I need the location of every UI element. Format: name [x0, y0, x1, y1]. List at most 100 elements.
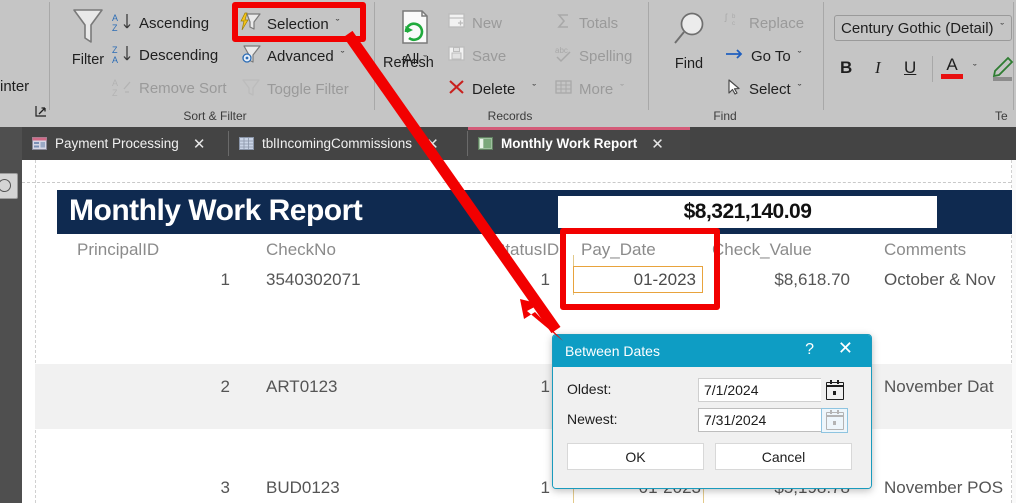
dialog-title: Between Dates [565, 343, 660, 359]
delete-record-button[interactable]: Delete ˇ [447, 78, 536, 100]
font-name-chevron-down-icon[interactable]: ˇ [1000, 22, 1004, 34]
spelling-abc-icon: abc [554, 45, 574, 67]
select-chevron-down-icon[interactable]: ˇ [798, 83, 802, 95]
save-record-icon [447, 45, 467, 67]
column-header-checkno: CheckNo [266, 240, 336, 259]
totals-button: Totals [554, 12, 618, 34]
font-color-button[interactable]: A [941, 56, 963, 79]
new-record-icon [447, 12, 467, 34]
font-color-swatch [941, 74, 963, 79]
new-record-label: New [472, 14, 503, 32]
goto-button[interactable]: Go To ˇ [724, 45, 801, 67]
advanced-filter-icon [240, 44, 262, 68]
tab-bar-left-edge [0, 127, 22, 160]
select-button[interactable]: Select ˇ [724, 78, 801, 100]
newest-label: Newest: [567, 411, 618, 427]
tab-payment-processing[interactable]: Payment Processing ✕ [22, 127, 228, 160]
navigation-pane-collapsed[interactable] [0, 160, 22, 503]
highlight-pen-icon[interactable] [990, 56, 1014, 87]
report-icon [478, 137, 493, 150]
ascending-button[interactable]: AZ Ascending [112, 12, 209, 34]
replace-label: Replace [749, 14, 805, 32]
ribbon-separator-2 [374, 2, 375, 110]
oldest-calendar-button[interactable] [821, 378, 848, 403]
oldest-date-input[interactable]: 7/1/2024 [698, 378, 831, 402]
italic-button[interactable]: I [875, 58, 881, 78]
new-record-button: New [447, 12, 502, 34]
oldest-label: Oldest: [567, 381, 612, 397]
table-row: BUD0123 [266, 478, 340, 497]
tab-label: tblIncomingCommissions [262, 136, 413, 151]
filter-button[interactable]: Filter [62, 6, 114, 68]
table-row: 1 [540, 270, 550, 289]
more-button: More ˇ [554, 78, 624, 100]
replace-icon: ʃbc [724, 12, 744, 34]
spelling-label: Spelling [579, 47, 633, 65]
tab-close-icon[interactable]: ✕ [426, 135, 439, 153]
column-header-checkvalue: Check_Value [712, 240, 812, 259]
cancel-button[interactable]: Cancel [715, 443, 852, 470]
ok-button[interactable]: OK [567, 443, 704, 470]
font-name-combobox[interactable]: Century Gothic (Detail) ˇ [834, 15, 1012, 41]
goto-chevron-down-icon[interactable]: ˇ [798, 50, 802, 62]
advanced-chevron-down-icon[interactable]: ˇ [341, 50, 345, 62]
table-row: 1 [540, 478, 550, 497]
dialog-body: Oldest: 7/1/2024 Newest: 7/31/2024 OK Ca… [553, 367, 871, 488]
font-name-value: Century Gothic (Detail) [841, 19, 994, 37]
between-dates-dialog[interactable]: Between Dates ? ✕ Oldest: 7/1/2024 Newes… [552, 334, 872, 489]
tab-tblincomingcommissions[interactable]: tblIncomingCommissions ✕ [229, 127, 467, 160]
group-label-text-formatting: Te [995, 109, 1008, 123]
delete-x-icon [447, 78, 467, 100]
table-row: 1 [220, 270, 230, 289]
ribbon-separator-1 [49, 2, 50, 110]
more-label: More [579, 80, 614, 98]
dialog-launcher-icon[interactable] [34, 104, 48, 121]
sigma-icon [554, 12, 574, 34]
tab-close-icon[interactable]: ✕ [651, 135, 664, 153]
svg-text:Z: Z [112, 23, 118, 32]
close-icon[interactable]: ✕ [838, 339, 853, 357]
table-row: 3540302071 [266, 270, 361, 289]
more-chevron-down-icon: ˇ [620, 83, 624, 95]
advanced-button[interactable]: Advanced ˇ [240, 44, 344, 68]
ribbon-left-remnant-label: inter [0, 78, 30, 95]
pay-date-field-highlight [560, 228, 720, 310]
find-button[interactable]: Find [662, 10, 716, 72]
calendar-icon [826, 410, 844, 430]
table-row: November POS [884, 478, 1004, 497]
navigation-pane-toggle-icon[interactable] [0, 173, 18, 199]
more-grid-icon [554, 78, 574, 100]
table-row: October & Nov [884, 270, 996, 289]
table-row: November Dat [884, 377, 994, 396]
bold-button[interactable]: B [840, 58, 852, 78]
form-icon [32, 137, 47, 150]
svg-text:abc: abc [555, 46, 568, 55]
delete-chevron-down-icon[interactable]: ˇ [532, 83, 536, 95]
svg-text:A: A [112, 78, 118, 88]
underline-button[interactable]: U [904, 58, 916, 78]
ribbon-left-edge [0, 0, 22, 127]
save-record-label: Save [472, 47, 507, 65]
dialog-title-bar: Between Dates ? ✕ [553, 335, 871, 367]
advanced-label: Advanced [267, 47, 334, 65]
newest-date-input[interactable]: 7/31/2024 [698, 408, 831, 432]
tab-label: Payment Processing [55, 136, 179, 151]
select-label: Select [749, 80, 791, 98]
dialog-help-button[interactable]: ? [805, 341, 814, 359]
tab-close-icon[interactable]: ✕ [193, 135, 206, 153]
group-label-find: Find [713, 109, 737, 123]
ribbon: inter Filter AZ Ascending ZA Descending … [0, 0, 1016, 127]
tab-monthly-work-report[interactable]: Monthly Work Report ✕ [468, 127, 690, 160]
font-color-chevron-down-icon[interactable]: ˇ [973, 63, 977, 75]
table-row: 2 [220, 377, 230, 396]
table-row: $8,618.70 [774, 270, 850, 289]
report-total-box: $8,321,140.09 [558, 196, 937, 228]
ribbon-separator-4 [823, 2, 824, 110]
descending-button[interactable]: ZA Descending [112, 44, 218, 66]
table-row: 1 [540, 377, 550, 396]
newest-calendar-button[interactable] [821, 408, 848, 433]
toggle-filter-label: Toggle Filter [267, 80, 349, 98]
delete-record-label: Delete [472, 80, 516, 98]
ascending-label: Ascending [139, 14, 210, 32]
svg-text:ʃ: ʃ [724, 12, 728, 22]
